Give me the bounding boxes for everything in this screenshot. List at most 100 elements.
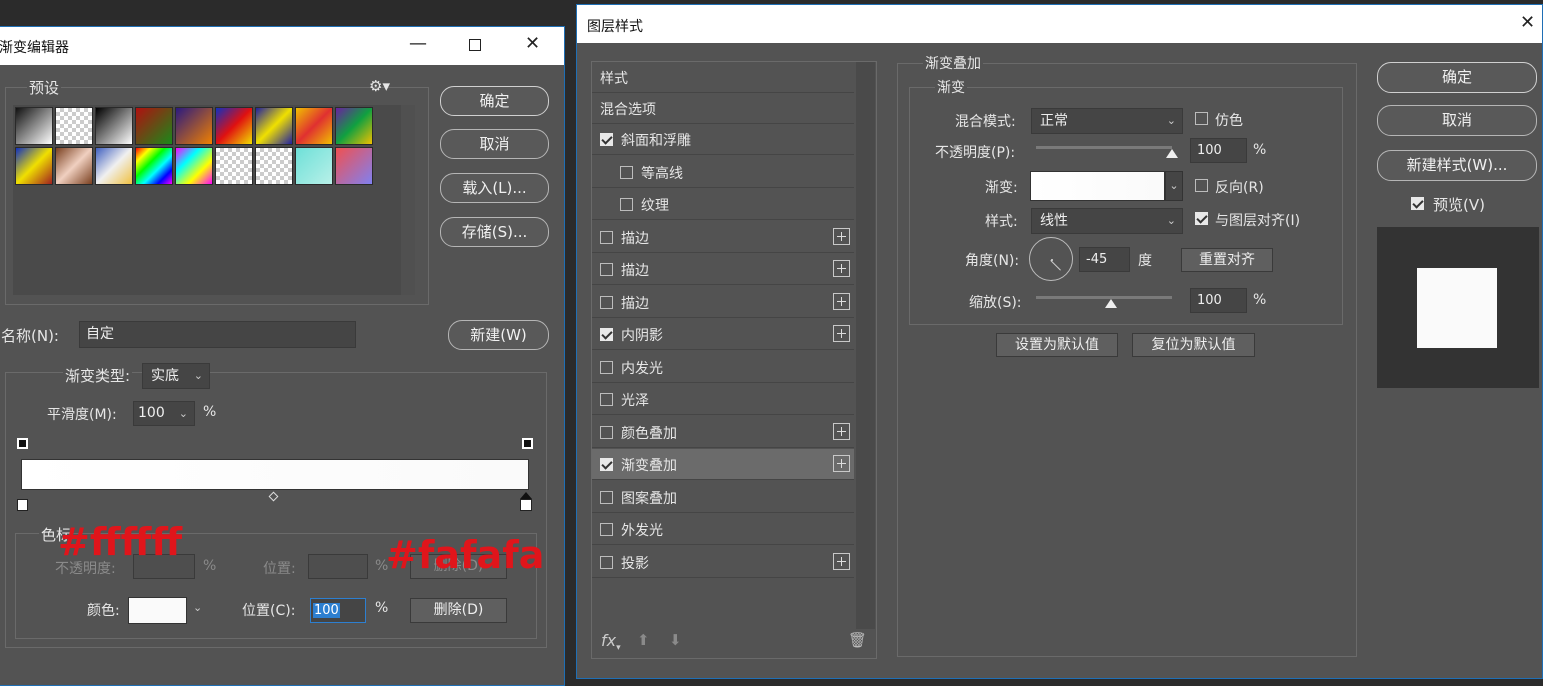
new-style-button[interactable]: 新建样式(W)... (1377, 150, 1537, 181)
opacity-stop-right[interactable] (522, 438, 533, 449)
preset-swatch[interactable] (255, 107, 293, 145)
move-down-icon[interactable]: ⬇ (669, 631, 682, 649)
preset-swatch[interactable] (15, 107, 53, 145)
add-effect-icon[interactable] (833, 227, 850, 245)
preset-swatch[interactable] (175, 147, 213, 185)
style-item-checkbox[interactable] (600, 295, 613, 309)
style-item-checkbox[interactable] (600, 555, 613, 569)
layer-style-titlebar[interactable]: 图层样式 ✕ (577, 5, 1542, 43)
style-select[interactable]: 线性 ⌄ (1031, 208, 1183, 234)
style-item[interactable]: 光泽 (592, 384, 854, 415)
style-item-checkbox[interactable] (600, 393, 613, 406)
stop-color-swatch[interactable] (128, 597, 187, 624)
opacity-field[interactable]: 100 (1190, 138, 1247, 163)
style-item-checkbox[interactable] (620, 198, 633, 211)
style-item[interactable]: 描边 (592, 254, 854, 285)
preset-swatch[interactable] (55, 107, 93, 145)
reset-default-button[interactable]: 复位为默认值 (1132, 333, 1255, 357)
preset-swatch[interactable] (135, 107, 173, 145)
color-stop-right-selected[interactable] (520, 492, 532, 499)
color-stop-right[interactable] (520, 499, 532, 511)
reset-alignment-button[interactable]: 重置对齐 (1181, 248, 1273, 272)
style-item[interactable]: 颜色叠加 (592, 417, 854, 448)
add-effect-icon[interactable] (833, 552, 850, 570)
styles-header[interactable]: 样式 (592, 62, 854, 93)
gradient-editor-titlebar[interactable]: 渐变编辑器 — ✕ (0, 27, 564, 65)
add-effect-icon[interactable] (833, 455, 850, 472)
presets-scrollbar[interactable] (401, 105, 415, 295)
preset-swatch[interactable] (215, 147, 253, 185)
styles-scrollbar[interactable] (856, 62, 875, 629)
preset-swatch[interactable] (95, 107, 133, 145)
style-item-checkbox[interactable] (600, 133, 613, 146)
opacity-slider-thumb[interactable] (1166, 149, 1178, 158)
style-item[interactable]: 图案叠加 (592, 482, 854, 513)
gradient-preview-bar[interactable] (21, 459, 529, 490)
preset-swatch[interactable] (255, 147, 293, 185)
cancel-button[interactable]: 取消 (440, 129, 549, 159)
style-item-checkbox[interactable] (600, 328, 613, 341)
delete-color-stop-button[interactable]: 删除(D) (410, 598, 507, 623)
add-effect-icon[interactable] (833, 292, 850, 310)
trash-icon[interactable]: 🗑 (848, 631, 867, 649)
add-effect-icon[interactable] (833, 422, 850, 440)
style-item-checkbox[interactable] (600, 425, 613, 439)
save-button[interactable]: 存储(S)... (440, 217, 549, 247)
close-icon[interactable]: ✕ (525, 33, 540, 54)
style-item-checkbox[interactable] (600, 263, 613, 276)
style-item[interactable]: 外发光 (592, 514, 854, 545)
gradient-picker-dropdown[interactable]: ⌄ (1165, 171, 1183, 201)
add-effect-icon[interactable] (833, 260, 850, 277)
gear-icon[interactable]: ⚙▾ (369, 77, 390, 95)
move-up-icon[interactable]: ⬆ (637, 631, 650, 649)
add-effect-icon[interactable] (833, 325, 850, 342)
load-button[interactable]: 载入(L)... (440, 173, 549, 203)
scale-slider-thumb[interactable] (1104, 299, 1117, 308)
gradient-picker[interactable] (1030, 171, 1165, 201)
style-item[interactable]: 等高线 (592, 157, 854, 188)
fx-icon[interactable]: fx▾ (601, 631, 621, 653)
preset-swatch[interactable] (135, 147, 173, 185)
name-field[interactable]: 自定 (79, 321, 356, 348)
ok-button[interactable]: 确定 (440, 86, 549, 116)
style-item-checkbox[interactable] (620, 165, 633, 179)
angle-field[interactable]: -45 (1079, 247, 1130, 272)
preset-swatch[interactable] (15, 147, 53, 185)
style-item-checkbox[interactable] (600, 360, 613, 374)
style-item[interactable]: 纹理 (592, 189, 854, 220)
preset-swatch[interactable] (215, 107, 253, 145)
preset-swatch[interactable] (335, 107, 373, 145)
preset-swatch[interactable] (335, 147, 373, 185)
preset-swatch[interactable] (175, 107, 213, 145)
style-item[interactable]: 内阴影 (592, 319, 854, 350)
preset-swatch[interactable] (295, 107, 333, 145)
maximize-icon[interactable] (469, 39, 481, 51)
opacity-slider-track[interactable] (1036, 146, 1172, 149)
style-item-checkbox[interactable] (600, 458, 613, 471)
blend-mode-select[interactable]: 正常 ⌄ (1031, 108, 1183, 134)
stop-location-field[interactable]: 100 (310, 598, 366, 623)
style-item[interactable]: 斜面和浮雕 (592, 124, 854, 155)
style-item[interactable]: 描边 (592, 222, 854, 253)
style-item[interactable]: 描边 (592, 287, 854, 318)
angle-dial[interactable] (1029, 237, 1073, 281)
cancel-button[interactable]: 取消 (1377, 105, 1537, 136)
new-button[interactable]: 新建(W) (448, 320, 549, 350)
scale-field[interactable]: 100 (1190, 288, 1247, 313)
dither-checkbox[interactable] (1195, 112, 1208, 125)
style-item-checkbox[interactable] (600, 490, 613, 504)
smoothness-select[interactable]: 100 ⌄ (133, 401, 195, 426)
style-item-checkbox[interactable] (600, 230, 613, 244)
chevron-down-icon[interactable]: ⌄ (193, 601, 202, 614)
minimize-icon[interactable]: — (409, 33, 427, 54)
style-item-checkbox[interactable] (600, 523, 613, 536)
preset-swatch[interactable] (95, 147, 133, 185)
ok-button[interactable]: 确定 (1377, 62, 1537, 93)
align-with-layer-checkbox[interactable] (1195, 212, 1208, 225)
preset-swatch[interactable] (55, 147, 93, 185)
style-item[interactable]: 内发光 (592, 352, 854, 383)
style-item[interactable]: 投影 (592, 547, 854, 578)
gradient-type-select[interactable]: 实底 ⌄ (142, 363, 210, 389)
close-icon[interactable]: ✕ (1520, 12, 1535, 33)
opacity-stop-left[interactable] (17, 438, 28, 449)
